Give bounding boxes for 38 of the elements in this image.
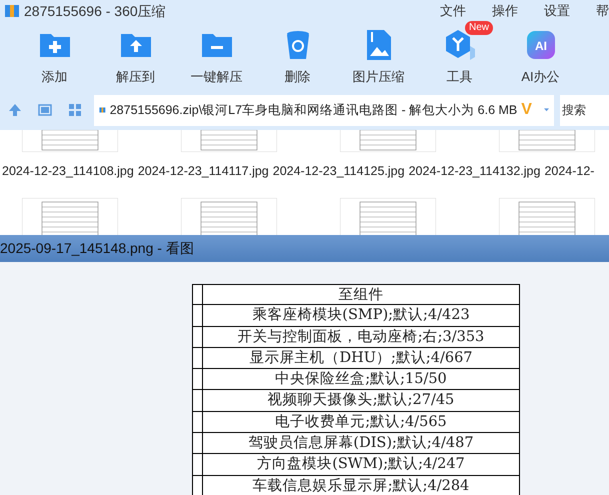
toolbar-button[interactable]: AI AI办公 (500, 22, 581, 86)
table-cell: 开关与控制面板，电动座椅;右;3/353 (203, 326, 520, 347)
toolbar-button[interactable]: 解压到 (95, 22, 176, 86)
menu-item[interactable]: 文件 (440, 1, 466, 21)
file-name[interactable]: 2024-12- (544, 162, 594, 181)
table-cell: 乘客座椅模块(SMP);默认;4/423 (203, 305, 520, 326)
table-cell: 视频聊天摄像头;默认;27/45 (203, 390, 520, 411)
table-cell: 驾驶员信息屏幕(DIS);默认;4/487 (203, 433, 520, 454)
table-cell: 中央保险丝盒;默认;15/50 (203, 369, 520, 390)
toolbar-button[interactable]: New 工具 (419, 22, 500, 86)
dropdown-icon[interactable] (544, 106, 549, 114)
menu-item[interactable]: 帮 (596, 1, 609, 21)
table-cell: 电子收费单元;默认;4/565 (203, 412, 520, 432)
file-name[interactable]: 2024-12-23_114125.jpg (272, 162, 405, 181)
viewer-title: 2025-09-17_145148.png - 看图 (0, 235, 609, 262)
new-badge: New (465, 21, 494, 35)
table-cell: 方向盘模块(SWM);默认;4/247 (203, 454, 520, 475)
file-name[interactable]: 2024-12-23_114117.jpg (138, 162, 269, 181)
toolbar-button[interactable]: 图片压缩 (338, 22, 419, 86)
grid-view-icon[interactable] (68, 103, 82, 117)
app-icon (4, 3, 20, 19)
up-arrow-icon[interactable] (8, 103, 22, 117)
ai-label: AI (534, 39, 546, 53)
list-view-icon[interactable] (38, 103, 52, 117)
table-cell: 至组件 (203, 285, 520, 304)
toolbar-button[interactable]: 删除 (257, 22, 338, 86)
address-field[interactable]: 2875155696.zip\银河L7车身电脑和网络通讯电路图 - 解包大小为 6.6 MB V (94, 94, 554, 126)
table-cell: 车载信息娱乐显示屏;默认;4/284 (203, 476, 520, 495)
table-cell: 显示屏主机（DHU）;默认;4/667 (203, 348, 520, 368)
menu-item[interactable]: 操作 (492, 1, 518, 21)
toolbar-button[interactable]: 一键解压 (176, 22, 257, 86)
archive-path: 2875155696.zip\银河L7车身电脑和网络通讯电路图 - 解包大小为 6.6 MB (110, 102, 518, 119)
toolbar-button[interactable]: 添加 (14, 22, 95, 86)
file-name[interactable]: 2024-12-23_114108.jpg (2, 162, 134, 181)
menu-item[interactable]: 设置 (544, 1, 570, 21)
search-field[interactable]: 搜索 (560, 94, 609, 126)
window-title: 2875155696 - 360压缩 (24, 2, 166, 20)
file-name[interactable]: 2024-12-23_114132.jpg (408, 162, 540, 181)
